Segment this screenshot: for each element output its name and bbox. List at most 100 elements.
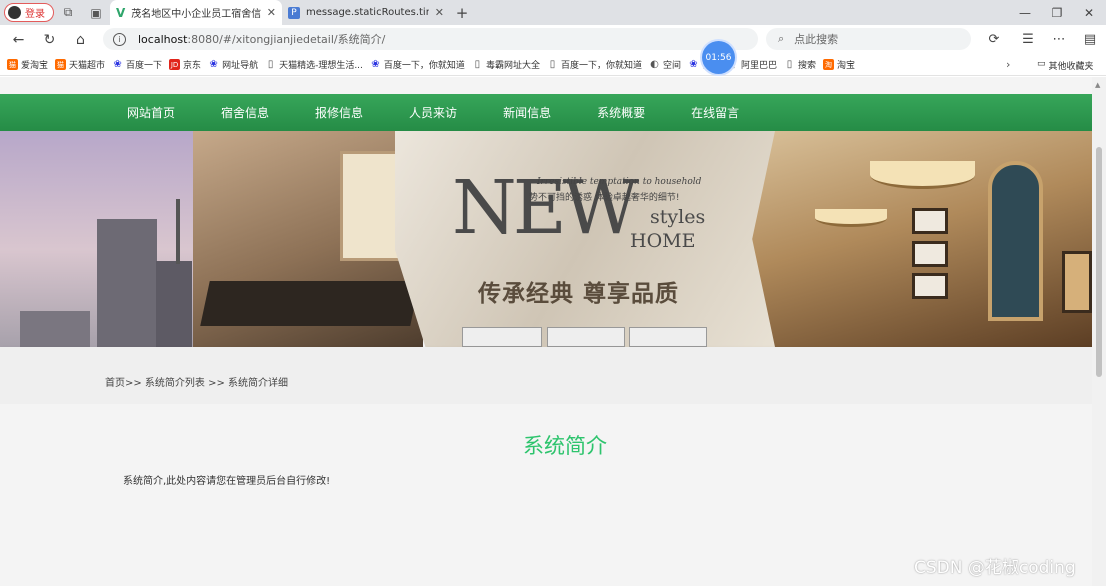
banner-script-text: Irresistible temptation to household: [537, 177, 702, 187]
baidu-icon: ❀: [371, 59, 380, 70]
bookmark-item[interactable]: 猫天猫超市: [55, 58, 105, 71]
banner-picture-frame: [1062, 251, 1092, 313]
hero-banner: NEW Irresistible temptation to household…: [0, 131, 1092, 347]
banner-table: [200, 281, 420, 326]
breadcrumb[interactable]: 首页>> 系统简介列表 >> 系统简介详细: [105, 374, 288, 389]
bookmark-item[interactable]: ▯ 毒霸网址大全: [472, 58, 540, 71]
workspaces-icon[interactable]: ⧉: [54, 0, 82, 25]
breadcrumb-bar: 首页>> 系统简介列表 >> 系统简介详细: [0, 347, 1092, 404]
banner-picture-frame: [912, 241, 948, 267]
banner-styles-text: styles: [650, 206, 706, 228]
nav-system-overview[interactable]: 系统概要: [597, 104, 645, 121]
nav-news[interactable]: 新闻信息: [503, 104, 551, 121]
bookmark-item[interactable]: ▯ 百度一下，你就知道: [547, 58, 642, 71]
new-tab-icon[interactable]: +: [450, 4, 474, 22]
url-path: :8080/#/xitongjianjiedetail/系统简介/: [187, 33, 386, 46]
sidebar-icon[interactable]: ▤: [1076, 25, 1104, 54]
tmall-icon: 猫: [7, 59, 18, 70]
bookmarks-bar: 猫爱淘宝 猫天猫超市 ❀ 百度一下 JD 京东 ❀ 网址导航 ▯ 天猫精选-理想生活..…: [0, 54, 1106, 76]
banner-building: [20, 311, 90, 347]
bookmark-item[interactable]: ❀ 网址导航: [208, 58, 258, 71]
back-icon[interactable]: ←: [3, 25, 34, 54]
other-bookmarks-folder[interactable]: ▭ 其他收藏夹: [1037, 59, 1094, 72]
banner-arched-window: [988, 161, 1043, 321]
page-title: 系统简介: [523, 434, 607, 458]
close-icon[interactable]: ✕: [267, 6, 276, 19]
window-close-icon[interactable]: ✕: [1072, 0, 1106, 25]
login-label: 登录: [25, 9, 45, 20]
more-menu-icon[interactable]: ⋯: [1045, 25, 1073, 54]
banner-tower-mast: [176, 199, 180, 264]
nav-messages[interactable]: 在线留言: [691, 104, 739, 121]
tab-tinymce[interactable]: P message.staticRoutes.tinymceEdit ✕: [282, 0, 450, 25]
search-placeholder: 点此搜索: [794, 33, 839, 46]
banner-thumbnail: [547, 327, 625, 347]
banner-building: [156, 261, 192, 347]
refresh-icon[interactable]: ↻: [34, 25, 65, 54]
tab-actions-icon[interactable]: ▣: [82, 0, 110, 25]
extensions-icon[interactable]: ⟳: [980, 25, 1008, 54]
tab-title: 茂名地区中小企业员工宿舍信息管理: [131, 9, 261, 20]
login-button[interactable]: 登录: [4, 3, 54, 22]
chevron-right-icon[interactable]: ›: [1006, 58, 1010, 71]
nav-home[interactable]: 网站首页: [127, 104, 175, 121]
main-nav: 网站首页 宿舍信息 报修信息 人员来访 新闻信息 系统概要 在线留言: [0, 94, 1092, 131]
page-icon: ▯: [786, 59, 793, 70]
banner-thumbnail: [629, 327, 707, 347]
baidu-icon: ❀: [113, 59, 122, 70]
baidu-icon: ❀: [689, 59, 698, 70]
vue-favicon-icon: V: [116, 5, 126, 20]
bookmark-item[interactable]: ▯ 天猫精选-理想生活...: [265, 58, 363, 71]
avatar: [8, 6, 21, 19]
banner-building: [97, 219, 157, 347]
page-favicon-icon: P: [288, 6, 300, 19]
page-icon: ▯: [267, 59, 274, 70]
bookmark-item[interactable]: ▯ 搜索: [784, 58, 816, 71]
page-viewport: 网站首页 宿舍信息 报修信息 人员来访 新闻信息 系统概要 在线留言 NEW I…: [0, 77, 1092, 586]
bookmark-item[interactable]: JD 京东: [169, 58, 201, 71]
url-host: localhost: [138, 32, 188, 46]
page-body-text: 系统简介,此处内容请您在管理员后台自行修改!: [123, 476, 331, 487]
banner-picture-frame: [912, 273, 948, 299]
search-input[interactable]: ⌕ 点此搜索: [766, 28, 971, 50]
banner-thumbnail: [462, 327, 542, 347]
home-icon[interactable]: ⌂: [65, 25, 96, 54]
banner-slogan-text: 势不可挡的诱惑 体验卓越奢华的细节!: [529, 193, 680, 203]
jd-icon: JD: [169, 59, 181, 70]
minimize-icon[interactable]: —: [1008, 0, 1042, 25]
bookmark-item[interactable]: 猫爱淘宝: [7, 58, 48, 71]
banner-picture-frame: [912, 208, 948, 234]
nav-dormitory[interactable]: 宿舍信息: [221, 104, 269, 121]
address-bar[interactable]: i localhost:8080/#/xitongjianjiedetail/系…: [103, 28, 850, 50]
bookmark-item[interactable]: ❀ 百度一下，你就知道: [370, 58, 465, 71]
recording-timer: 01:56: [702, 41, 735, 74]
nav-repair[interactable]: 报修信息: [315, 104, 363, 121]
maximize-icon[interactable]: ❐: [1040, 0, 1074, 25]
banner-chandelier: [815, 209, 887, 227]
bookmark-item[interactable]: ◐ 空间: [649, 58, 681, 71]
baidu-icon: ❀: [209, 59, 218, 70]
banner-chinese-slogan: 传承经典 尊享品质: [478, 281, 680, 307]
page-scrollbar[interactable]: ▲: [1092, 77, 1106, 586]
tab-strip: 登录 ⧉ ▣ V 茂名地区中小企业员工宿舍信息管理 ✕ P message.st…: [0, 0, 1106, 25]
page-icon: ▯: [474, 59, 481, 70]
site-info-icon[interactable]: i: [113, 32, 126, 46]
close-icon[interactable]: ✕: [435, 6, 444, 19]
page-icon: ▯: [549, 59, 556, 70]
tab-dormitory-system[interactable]: V 茂名地区中小企业员工宿舍信息管理 ✕: [110, 0, 282, 25]
nav-visitors[interactable]: 人员来访: [409, 104, 457, 121]
scroll-up-icon[interactable]: ▲: [1095, 81, 1100, 89]
folder-icon: ▭: [1037, 59, 1046, 69]
collections-icon[interactable]: ☰: [1014, 25, 1042, 54]
banner-home-text: HOME: [630, 230, 696, 252]
tmall-icon: 猫: [55, 59, 67, 70]
globe-icon: ◐: [650, 59, 659, 70]
search-icon: ⌕: [778, 32, 785, 45]
bookmark-item[interactable]: ❀ 百度一下: [112, 58, 162, 71]
banner-chandelier: [870, 161, 975, 189]
address-row: ← ↻ ⌂ i localhost:8080/#/xitongjianjiede…: [0, 25, 1106, 54]
watermark: CSDN @花椒coding: [914, 558, 1076, 578]
bookmark-item[interactable]: 淘淘宝: [823, 58, 855, 71]
taobao-icon: 淘: [823, 59, 835, 70]
scrollbar-thumb[interactable]: [1096, 147, 1102, 377]
